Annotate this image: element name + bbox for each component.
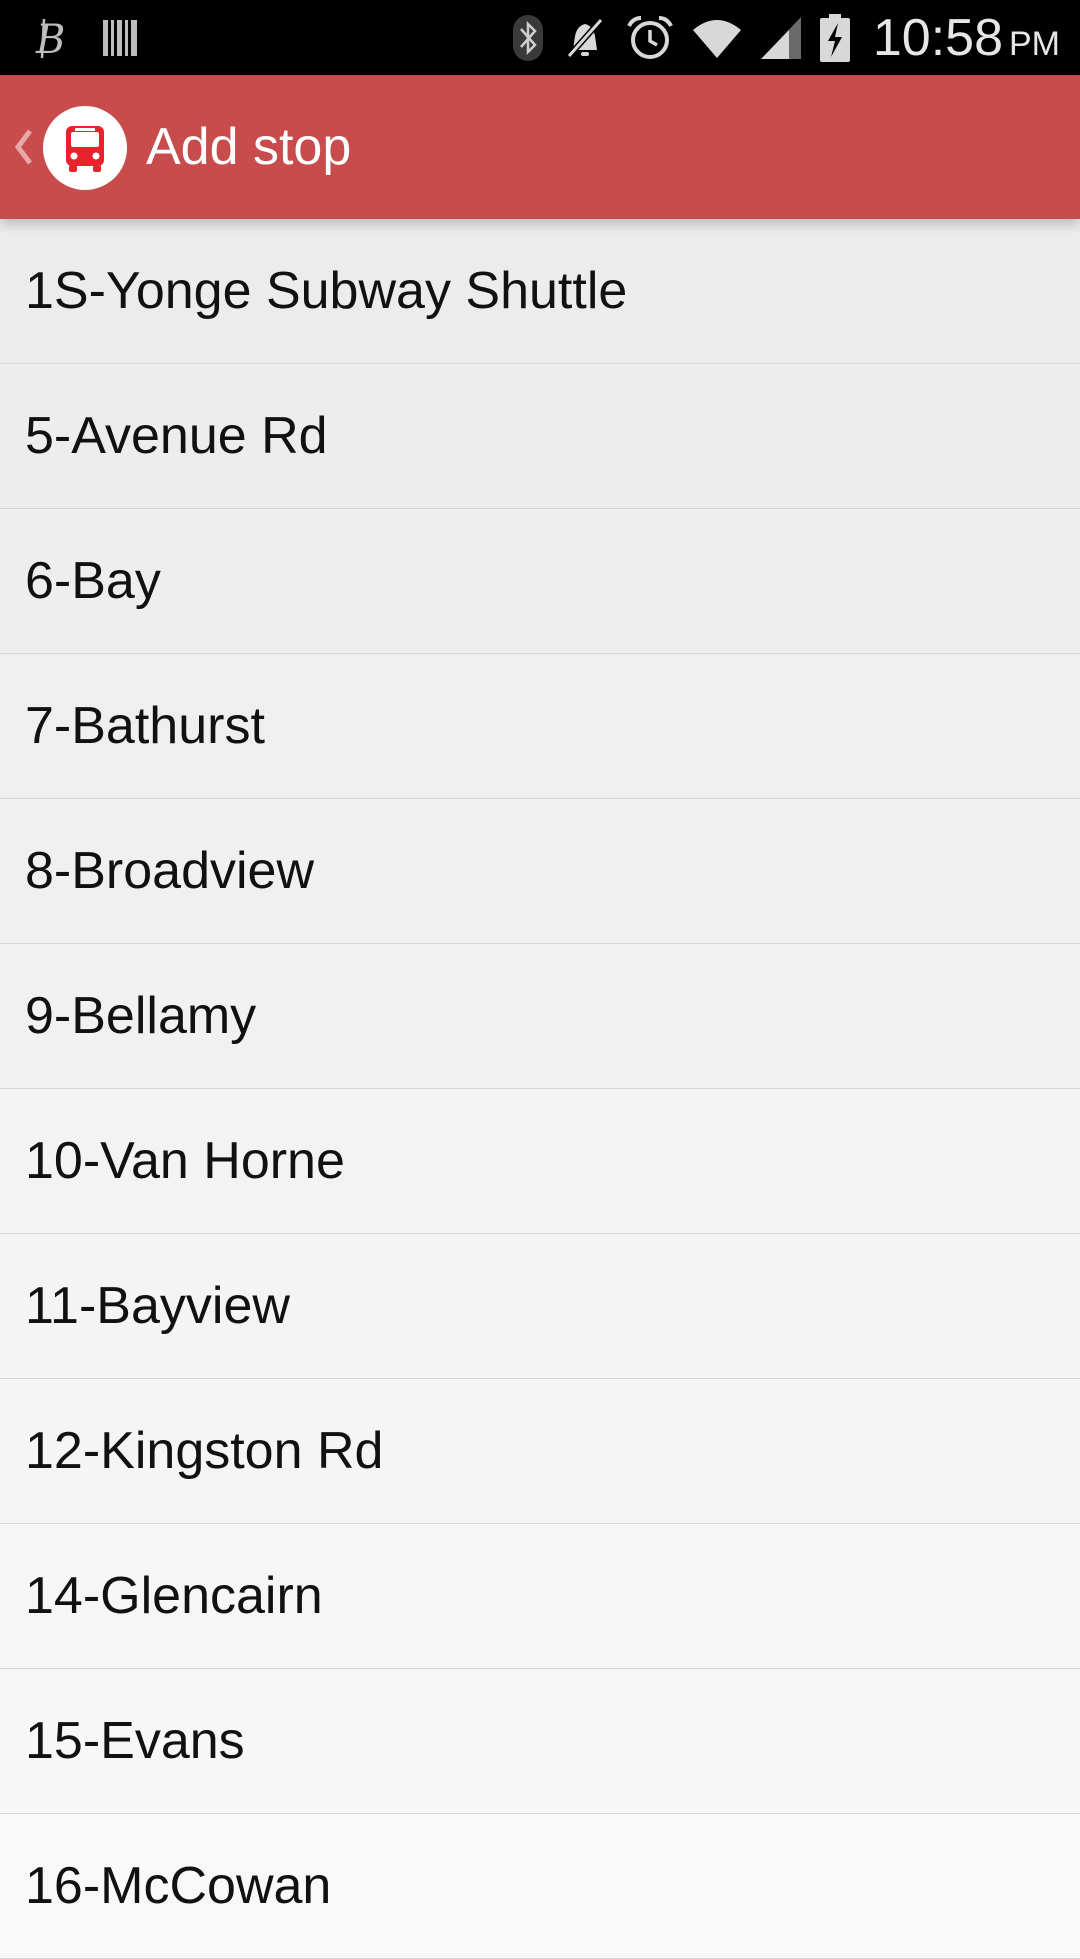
bus-icon[interactable]	[43, 106, 127, 190]
status-time: 10:58 PM	[873, 8, 1060, 68]
list-item-route-15[interactable]: 15-Evans	[0, 1669, 1080, 1814]
list-item-route-6[interactable]: 6-Bay	[0, 509, 1080, 654]
back-chevron-icon[interactable]	[10, 123, 36, 171]
list-item-label: 8-Broadview	[25, 842, 315, 900]
list-item-route-9[interactable]: 9-Bellamy	[0, 944, 1080, 1089]
list-item-route-7[interactable]: 7-Bathurst	[0, 654, 1080, 799]
list-item-route-14[interactable]: 14-Glencairn	[0, 1524, 1080, 1669]
list-item-label: 16-McCowan	[25, 1857, 332, 1915]
b-notification-icon: B	[34, 0, 70, 75]
page-title: Add stop	[146, 118, 352, 176]
list-item-route-16[interactable]: 16-McCowan	[0, 1814, 1080, 1959]
list-item-label: 12-Kingston Rd	[25, 1422, 384, 1480]
list-item-label: 1S-Yonge Subway Shuttle	[25, 262, 628, 320]
list-item-label: 14-Glencairn	[25, 1567, 323, 1625]
barcode-icon	[102, 0, 140, 75]
signal-icon	[759, 0, 803, 75]
svg-text:B: B	[35, 17, 65, 60]
list-item-route-5[interactable]: 5-Avenue Rd	[0, 364, 1080, 509]
list-item-route-12[interactable]: 12-Kingston Rd	[0, 1379, 1080, 1524]
list-item-label: 11-Bayview	[25, 1277, 290, 1335]
bluetooth-icon	[511, 0, 545, 75]
battery-charging-icon	[819, 0, 851, 75]
mute-icon	[561, 0, 609, 75]
list-item-label: 9-Bellamy	[25, 987, 257, 1045]
route-list[interactable]: 1S-Yonge Subway Shuttle 5-Avenue Rd 6-Ba…	[0, 219, 1080, 1959]
list-item-label: 15-Evans	[25, 1712, 245, 1770]
alarm-icon	[625, 0, 675, 75]
list-item-route-8[interactable]: 8-Broadview	[0, 799, 1080, 944]
list-item-route-1s[interactable]: 1S-Yonge Subway Shuttle	[0, 219, 1080, 364]
list-item-label: 7-Bathurst	[25, 697, 265, 755]
list-item-label: 10-Van Horne	[25, 1132, 345, 1190]
list-item-route-10[interactable]: 10-Van Horne	[0, 1089, 1080, 1234]
list-item-label: 5-Avenue Rd	[25, 407, 328, 465]
list-item-label: 6-Bay	[25, 552, 161, 610]
action-bar: Add stop	[0, 75, 1080, 219]
status-time-text: 10:58	[872, 8, 1003, 67]
wifi-icon	[691, 0, 743, 75]
status-bar: B 10:58 PM	[0, 0, 1080, 75]
status-ampm: PM	[1009, 24, 1060, 63]
list-item-route-11[interactable]: 11-Bayview	[0, 1234, 1080, 1379]
